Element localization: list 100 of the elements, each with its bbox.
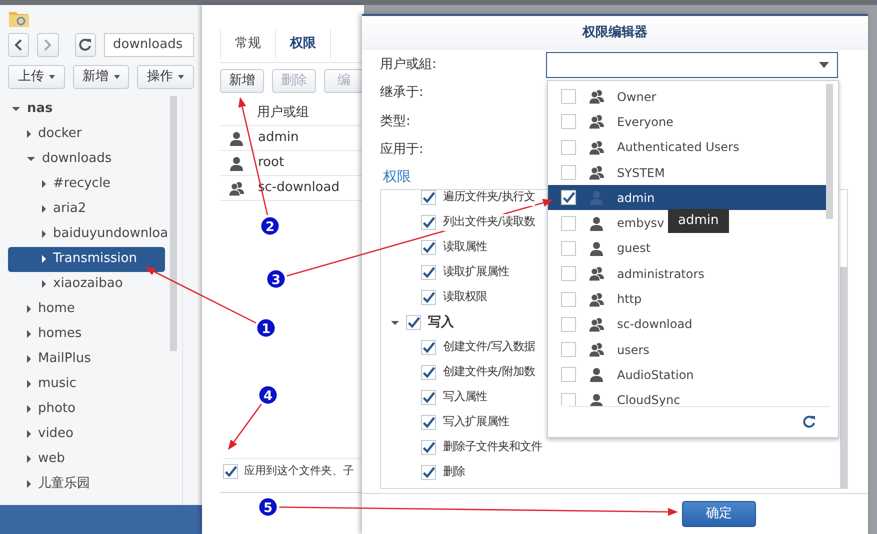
- dropdown-option[interactable]: SYSTEM: [548, 160, 669, 186]
- checkbox[interactable]: [561, 316, 576, 332]
- scrollbar[interactable]: [840, 267, 847, 488]
- tree-item[interactable]: 儿童乐园: [8, 472, 165, 497]
- table-cell-text: admin: [258, 129, 299, 148]
- combo-field[interactable]: [546, 52, 838, 78]
- tree-item[interactable]: baiduyundownloa: [8, 222, 165, 247]
- checkbox[interactable]: [561, 89, 576, 104]
- tree-item[interactable]: docker: [8, 122, 165, 147]
- tree-item[interactable]: xiaozaibao: [8, 272, 165, 297]
- dropdown-option[interactable]: sc-download: [548, 312, 696, 337]
- checkbox[interactable]: [561, 240, 576, 256]
- checkbox[interactable]: [421, 265, 436, 280]
- checkbox[interactable]: [421, 290, 436, 305]
- tree-item[interactable]: MailPlus: [8, 346, 165, 372]
- user-icon: [589, 190, 604, 206]
- field-label: 类型:: [380, 112, 410, 130]
- dropdown-option[interactable]: administrators: [548, 261, 708, 286]
- permission-label: 遍历文件夹/执行文: [443, 190, 535, 206]
- back-icon: [14, 38, 24, 51]
- group-icon: [229, 180, 244, 196]
- refresh-icon[interactable]: [803, 415, 816, 428]
- checkbox[interactable]: [561, 292, 576, 307]
- checkbox[interactable]: [421, 240, 436, 255]
- toolbar-button[interactable]: 新增: [220, 69, 264, 93]
- tree-item[interactable]: photo: [8, 396, 165, 422]
- path-field[interactable]: downloads: [104, 32, 194, 57]
- field-label: 继承于:: [380, 84, 424, 102]
- dialog-title: 权限编辑器: [582, 24, 648, 42]
- checkbox[interactable]: [561, 367, 576, 382]
- checkbox[interactable]: [561, 342, 576, 358]
- tree-item[interactable]: nas: [8, 96, 165, 122]
- back-button[interactable]: [8, 32, 30, 57]
- scrollbar[interactable]: [826, 84, 833, 219]
- tooltip: admin: [668, 209, 729, 232]
- tree-item[interactable]: #recycle: [8, 172, 165, 197]
- checkbox[interactable]: [561, 392, 576, 406]
- tree-item[interactable]: video: [8, 422, 165, 447]
- toolbar-dropdown-button[interactable]: 新增: [72, 64, 130, 89]
- checkbox[interactable]: [561, 165, 576, 180]
- checkbox[interactable]: [223, 464, 238, 479]
- dropdown-option[interactable]: guest: [548, 236, 655, 262]
- table-cell-text: root: [258, 154, 284, 172]
- group-icon: [589, 114, 604, 130]
- user-icon: [229, 156, 244, 170]
- dropdown-option[interactable]: Authenticated Users: [548, 134, 744, 160]
- step-number-marker: 4: [256, 384, 280, 406]
- field-label: 用户或組:: [380, 56, 436, 74]
- tree-item[interactable]: homes: [8, 322, 165, 347]
- dropdown-option[interactable]: Owner: [548, 84, 660, 110]
- checkbox[interactable]: [421, 340, 436, 355]
- tree-item[interactable]: downloads: [8, 146, 165, 172]
- tree-item[interactable]: Transmission: [8, 246, 165, 272]
- dropdown-option[interactable]: AudioStation: [548, 362, 698, 388]
- group-icon: [589, 316, 604, 332]
- dropdown-option[interactable]: users: [548, 336, 654, 362]
- checkbox-label: 应用到这个文件夹、子: [244, 463, 354, 479]
- step-number-marker: 2: [258, 214, 282, 238]
- dropdown-caret-icon: [819, 62, 829, 68]
- checkbox[interactable]: [561, 216, 576, 231]
- column-header: 用户或组: [257, 104, 309, 122]
- tree-item[interactable]: home: [8, 296, 165, 322]
- toolbar-dropdown-button[interactable]: 上传: [8, 64, 65, 89]
- tree-item[interactable]: web: [8, 446, 165, 472]
- tab[interactable]: 权限: [276, 30, 331, 58]
- checkbox[interactable]: [421, 415, 436, 430]
- checkbox[interactable]: [421, 440, 436, 455]
- checkbox[interactable]: [561, 114, 576, 130]
- folder-icon: [8, 9, 30, 28]
- dropdown-option[interactable]: http: [548, 286, 646, 312]
- checkbox[interactable]: [421, 390, 436, 405]
- checkbox[interactable]: [406, 315, 421, 330]
- dropdown-option[interactable]: Everyone: [548, 109, 678, 135]
- expand-toggle-icon[interactable]: [391, 320, 399, 324]
- checkbox[interactable]: [421, 465, 436, 480]
- group-icon: [589, 165, 604, 180]
- checkbox[interactable]: [421, 190, 436, 205]
- section-heading: 权限: [383, 168, 411, 187]
- tree-item[interactable]: aria2: [8, 196, 165, 222]
- step-number-marker: 5: [256, 496, 280, 518]
- annotation-arrow: [228, 404, 262, 450]
- tab[interactable]: 常规: [220, 30, 276, 58]
- user-icon: [589, 240, 604, 256]
- refresh-icon: [78, 38, 92, 52]
- toolbar-dropdown-button[interactable]: 操作: [137, 64, 194, 89]
- field-label: 应用于:: [380, 141, 424, 159]
- forward-icon: [43, 38, 52, 51]
- tree-item[interactable]: music: [8, 372, 165, 397]
- group-icon: [589, 266, 604, 282]
- checkbox[interactable]: [561, 266, 576, 282]
- step-number-marker: 3: [264, 268, 288, 290]
- dropdown-option[interactable]: embysv: [548, 210, 668, 236]
- group-icon: [589, 140, 604, 155]
- checkbox[interactable]: [561, 140, 576, 155]
- refresh-button[interactable]: [74, 32, 96, 57]
- scrollbar[interactable]: [170, 96, 177, 351]
- checkbox[interactable]: [421, 365, 436, 380]
- confirm-button[interactable]: 确定: [682, 501, 756, 527]
- checkbox[interactable]: [561, 190, 576, 206]
- checkbox[interactable]: [421, 215, 436, 230]
